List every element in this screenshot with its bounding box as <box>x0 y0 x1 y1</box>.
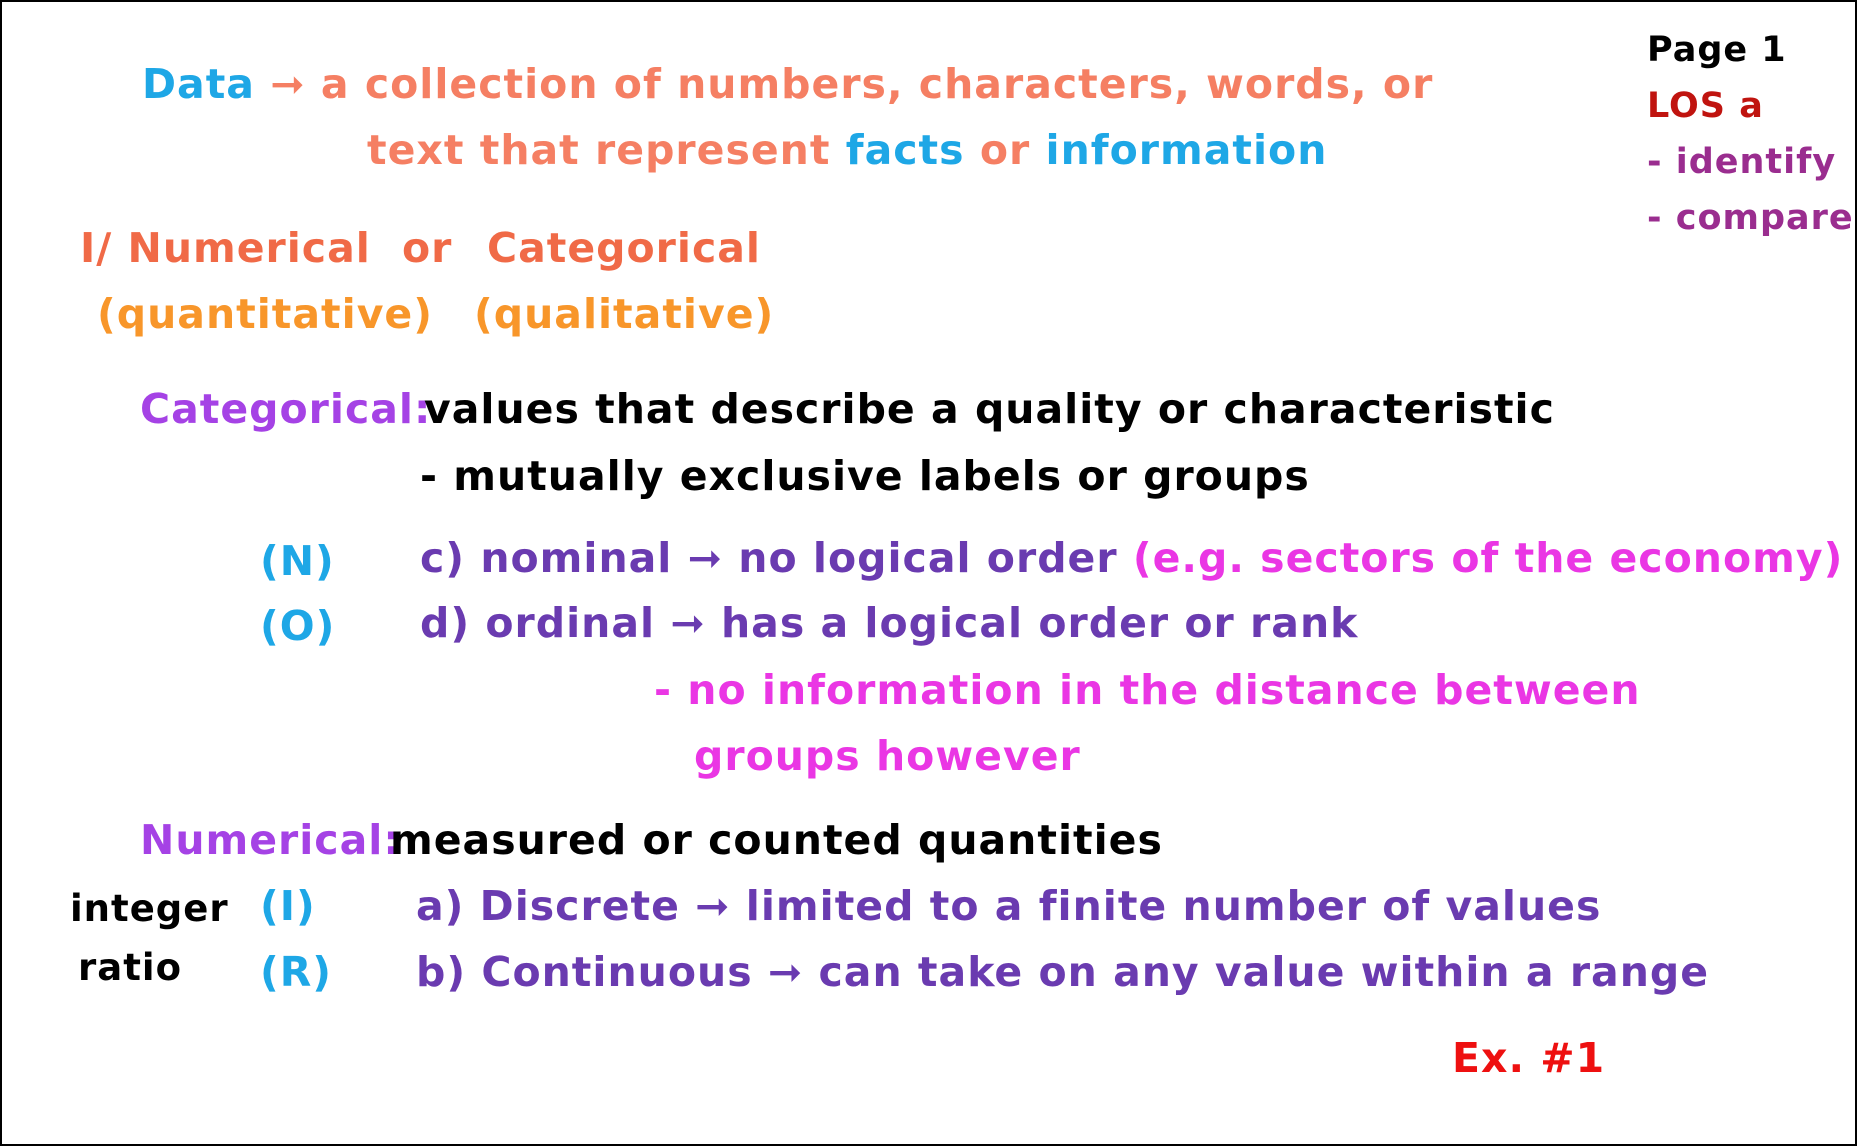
numerical-desc: measured or counted quantities <box>390 816 1163 864</box>
split-or: or <box>402 224 453 272</box>
facts-term: facts <box>845 126 965 174</box>
data-term: Data <box>142 60 255 108</box>
split-label-categorical: Categorical <box>487 224 761 272</box>
categorical-desc-2: - mutually exclusive labels or groups <box>420 452 1310 500</box>
nominal-line: c) nominal ➞ no logical order (e.g. sect… <box>420 534 1843 582</box>
sub-qualitative: (qualitative) <box>474 290 775 338</box>
nominal-example: (e.g. sectors of the economy) <box>1132 534 1844 582</box>
split-label-numerical: I/ Numerical <box>80 224 371 272</box>
numerical-heading: Numerical: <box>140 816 401 864</box>
continuous-text: b) Continuous ➞ can take on any value wi… <box>416 948 1710 996</box>
los-title: LOS a <box>1647 86 1764 126</box>
example-label: Ex. #1 <box>1452 1034 1606 1082</box>
ordinal-note-2: groups however <box>694 732 1081 780</box>
ordinal-text: d) ordinal ➞ has a logical order or rank <box>420 599 1359 647</box>
ordinal-note-1: - no information in the distance between <box>654 666 1641 714</box>
continuous-tag: (R) <box>260 948 333 996</box>
categorical-heading: Categorical: <box>140 385 432 433</box>
page-label: Page 1 <box>1647 30 1787 70</box>
definition-line-1: Data ➞ a collection of numbers, characte… <box>142 60 1433 108</box>
information-term: information <box>1045 126 1328 174</box>
los-item-identify: - identify <box>1647 142 1837 182</box>
side-label-ratio: ratio <box>78 946 183 989</box>
nominal-text: c) nominal ➞ no logical order <box>420 534 1118 582</box>
notes-page: Page 1 LOS a - identify - compare Data ➞… <box>0 0 1857 1146</box>
definition-text-1: a collection of numbers, characters, wor… <box>320 60 1434 108</box>
los-item-compare: - compare <box>1647 198 1854 238</box>
or-word: or <box>979 126 1031 174</box>
discrete-tag: (I) <box>260 882 316 930</box>
categorical-desc-1: values that describe a quality or charac… <box>424 385 1555 433</box>
definition-line-2: text that represent facts or information <box>367 126 1327 174</box>
side-label-integer: integer <box>70 887 229 930</box>
ordinal-tag: (O) <box>260 602 336 650</box>
nominal-tag: (N) <box>260 537 335 585</box>
definition-text-2: text that represent <box>367 126 831 174</box>
sub-quantitative: (quantitative) <box>97 290 433 338</box>
discrete-text: a) Discrete ➞ limited to a finite number… <box>416 882 1602 930</box>
arrow-icon: ➞ <box>270 60 306 108</box>
